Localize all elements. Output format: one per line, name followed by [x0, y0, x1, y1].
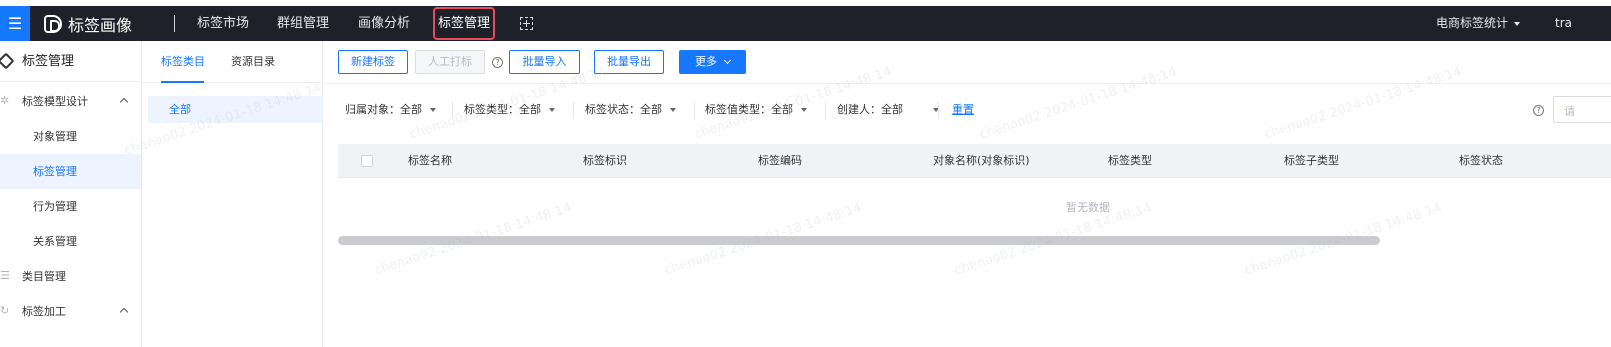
filter-value: 全部 — [640, 103, 662, 116]
empty-state-text: 暂无数据 — [1066, 201, 1110, 214]
filter-value: 全部 — [771, 103, 793, 116]
tag-icon — [0, 52, 15, 70]
nav-tag-market[interactable]: 标签市场 — [197, 6, 249, 41]
filter-divider — [694, 102, 695, 118]
fullscreen-icon[interactable] — [520, 17, 533, 30]
toolbar-divider — [323, 83, 1611, 84]
sidebar-group-model-design[interactable]: ✲ 标签模型设计 — [0, 84, 141, 119]
table-header: 标签名称 标签标识 标签编码 对象名称(对象标识) 标签类型 标签子类型 标签状… — [338, 144, 1611, 178]
top-navbar: ☰ 标签画像 标签市场 群组管理 画像分析 标签管理 电商标签统计 tra — [0, 6, 1611, 41]
watermark: chenao02 2024-01-18 14:48:14 — [1262, 64, 1464, 143]
category-panel — [142, 41, 323, 347]
filter-value: 全部 — [400, 103, 422, 116]
nav-tag-management[interactable]: 标签管理 — [433, 7, 495, 40]
tab-resource-directory[interactable]: 资源目录 — [231, 41, 275, 82]
batch-import-button[interactable]: 批量导入 — [509, 50, 580, 74]
column-header: 标签状态 — [1459, 154, 1503, 167]
filter-label: 归属对象： — [345, 103, 400, 116]
workspace-dropdown[interactable]: 电商标签统计 — [1436, 6, 1521, 41]
caret-down-icon — [670, 108, 676, 112]
filter-label: 标签类型： — [464, 103, 519, 116]
batch-export-button[interactable]: 批量导出 — [594, 50, 664, 74]
search-placeholder: 请 — [1564, 105, 1575, 118]
filter-owner-object[interactable]: 归属对象：全部 — [345, 100, 436, 120]
model-icon: ✲ — [0, 94, 10, 107]
nav-portrait-analysis[interactable]: 画像分析 — [358, 6, 410, 41]
filter-tag-type[interactable]: 标签类型：全部 — [464, 100, 555, 120]
filter-label: 标签值类型： — [705, 103, 771, 116]
nav-group-management[interactable]: 群组管理 — [277, 6, 329, 41]
select-all-checkbox[interactable] — [361, 155, 373, 167]
app-name: 标签画像 — [68, 15, 133, 35]
help-icon[interactable]: ? — [1533, 105, 1544, 116]
filter-creator[interactable]: 创建人：全部 — [837, 100, 939, 120]
sidebar-item-object[interactable]: 对象管理 — [0, 119, 141, 154]
filter-divider — [452, 102, 453, 118]
more-button[interactable]: 更多 — [679, 50, 746, 74]
user-name[interactable]: tra — [1555, 6, 1572, 41]
chevron-up-icon — [119, 97, 129, 107]
new-tag-button[interactable]: 新建标签 — [338, 50, 408, 74]
sidebar-group-processing[interactable]: ↻ 标签加工 — [0, 294, 141, 329]
tab-tag-category[interactable]: 标签类目 — [161, 41, 205, 82]
workspace-label: 电商标签统计 — [1436, 16, 1509, 30]
help-icon[interactable]: ? — [492, 57, 503, 68]
active-tab-indicator — [161, 81, 204, 83]
column-header: 标签编码 — [758, 154, 802, 167]
sidebar-group-category[interactable]: ☰ 类目管理 — [0, 259, 141, 294]
sidebar-header: 标签管理 — [0, 41, 141, 82]
column-header: 标签类型 — [1108, 154, 1152, 167]
sidebar: 标签管理 ✲ 标签模型设计 对象管理 标签管理 行为管理 关系管理 ☰ 类目管理… — [0, 41, 142, 347]
caret-down-icon — [801, 108, 807, 112]
caret-down-icon — [549, 108, 555, 112]
column-header: 标签名称 — [408, 154, 452, 167]
caret-down-icon — [430, 108, 436, 112]
nav-divider — [174, 15, 175, 32]
column-header: 标签子类型 — [1284, 154, 1339, 167]
search-input[interactable]: 请 — [1553, 96, 1611, 123]
filter-label: 标签状态： — [585, 103, 640, 116]
reset-link[interactable]: 重置 — [952, 100, 974, 120]
list-icon: ☰ — [0, 269, 10, 282]
menu-icon[interactable]: ☰ — [0, 6, 30, 41]
column-header: 对象名称(对象标识) — [933, 154, 1030, 167]
filter-value: 全部 — [881, 103, 903, 116]
filter-tag-status[interactable]: 标签状态：全部 — [585, 100, 676, 120]
sidebar-group-label: 类目管理 — [22, 270, 66, 283]
sidebar-item-behavior[interactable]: 行为管理 — [0, 189, 141, 224]
horizontal-scrollbar[interactable] — [338, 236, 1380, 245]
chevron-up-icon — [119, 307, 129, 317]
column-header: 标签标识 — [583, 154, 627, 167]
app-logo[interactable]: 标签画像 — [44, 6, 132, 41]
sidebar-group-label: 标签模型设计 — [22, 95, 88, 108]
sidebar-item-relation[interactable]: 关系管理 — [0, 224, 141, 259]
filter-divider — [938, 102, 939, 118]
category-item-all[interactable]: 全部 — [148, 96, 323, 123]
chevron-down-icon — [723, 56, 732, 65]
more-label: 更多 — [695, 55, 717, 68]
watermark: chenao02 2024-01-18 14:48:14 — [977, 64, 1179, 143]
manual-tag-button[interactable]: 人工打标 — [415, 50, 485, 74]
filter-divider — [573, 102, 574, 118]
filter-tag-value-type[interactable]: 标签值类型：全部 — [705, 100, 807, 120]
sidebar-title: 标签管理 — [22, 54, 75, 69]
logo-icon — [44, 14, 62, 33]
filter-divider — [825, 102, 826, 118]
caret-down-icon — [1514, 21, 1521, 26]
sidebar-group-label: 标签加工 — [22, 305, 66, 318]
sidebar-item-tag[interactable]: 标签管理 — [0, 154, 141, 189]
filter-value: 全部 — [519, 103, 541, 116]
refresh-icon: ↻ — [0, 304, 10, 317]
filter-label: 创建人： — [837, 103, 881, 116]
